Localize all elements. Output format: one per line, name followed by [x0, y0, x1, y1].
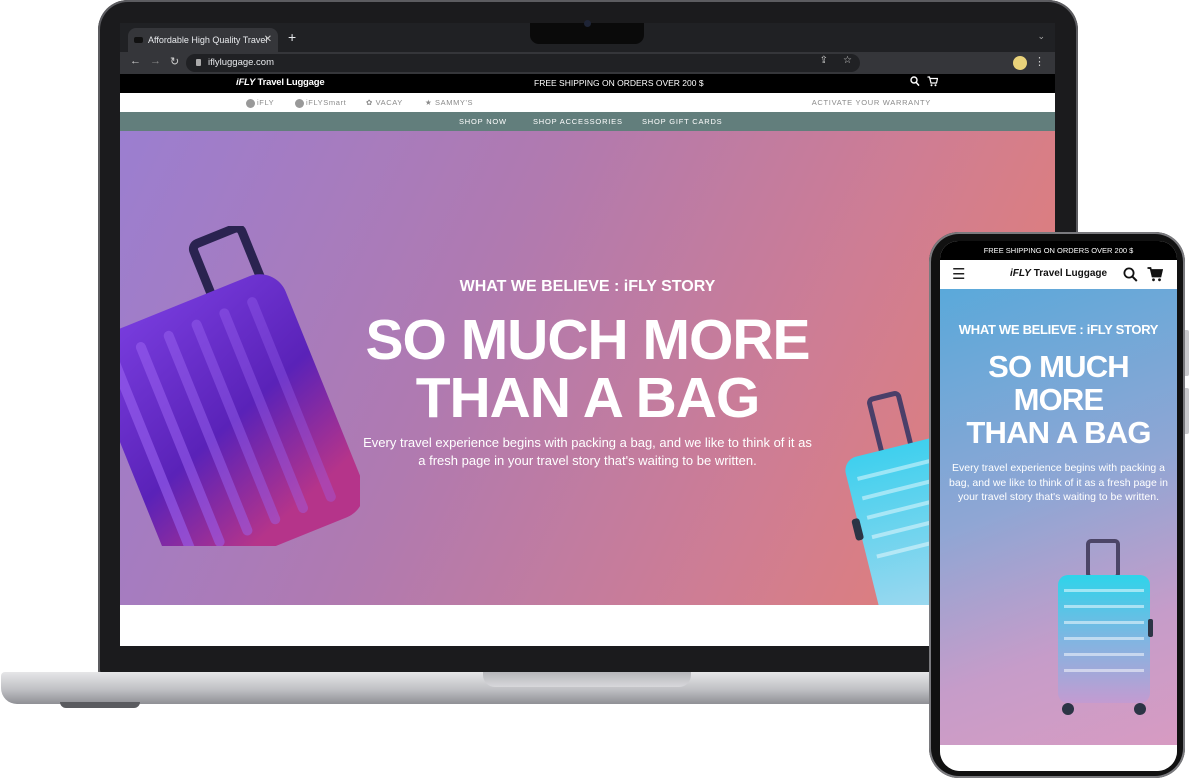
- cart-icon[interactable]: [1147, 267, 1163, 282]
- site-top-bar: iFLY Travel Luggage FREE SHIPPING ON ORD…: [120, 74, 1055, 93]
- hero-title-line-2: THAN A BAG: [415, 366, 761, 430]
- mobile-hero-description: Every travel experience begins with pack…: [949, 462, 1168, 503]
- mobile-page-content-below: [940, 745, 1177, 771]
- phone-screen: FREE SHIPPING ON ORDERS OVER 200 $ ☰ iFL…: [940, 241, 1177, 771]
- bookmark-star-icon[interactable]: ☆: [843, 55, 852, 66]
- mobile-hero-title-line-2: MORE: [1013, 382, 1105, 417]
- back-arrow-icon[interactable]: ←: [130, 55, 141, 67]
- phone-volume-button: [1185, 388, 1189, 434]
- brand-link-sammys[interactable]: ★ SAMMY'S: [425, 98, 473, 107]
- mobile-hero-banner: WHAT WE BELIEVE : iFLY STORY SO MUCH MOR…: [940, 289, 1177, 745]
- mobile-hero-title-line-1: SO MUCH: [988, 349, 1130, 384]
- globe-icon: [295, 98, 304, 108]
- hero-title-line-1: SO MUCH MORE: [365, 308, 811, 372]
- mobile-shipping-banner: FREE SHIPPING ON ORDERS OVER 200 $: [940, 241, 1177, 260]
- site-logo[interactable]: iFLY Travel Luggage: [236, 77, 325, 88]
- shipping-banner: FREE SHIPPING ON ORDERS OVER 200 $: [534, 78, 704, 88]
- laptop-opening-groove: [483, 672, 691, 687]
- tab-title: Affordable High Quality Travel: [148, 35, 268, 45]
- hero-kicker: WHAT WE BELIEVE : iFLY STORY: [459, 278, 716, 295]
- mobile-hero-kicker: WHAT WE BELIEVE : iFLY STORY: [958, 322, 1159, 337]
- brand-link-ifly[interactable]: iFLY: [246, 98, 274, 108]
- mobile-hero-title: SO MUCH MORE THAN A BAG: [940, 350, 1177, 449]
- phone-volume-button: [1185, 330, 1189, 376]
- camera-icon: [584, 20, 591, 27]
- laptop-screen: Affordable High Quality Travel ✕ + ⌄ ← →…: [120, 23, 1055, 646]
- reload-icon[interactable]: ↻: [170, 55, 179, 68]
- address-bar[interactable]: iflyluggage.com ⇪ ☆: [186, 54, 860, 72]
- main-menu: SHOP NOW SHOP ACCESSORIES SHOP GIFT CARD…: [120, 112, 1055, 131]
- mobile-suitcase-image: [1058, 539, 1153, 715]
- website: iFLY Travel Luggage FREE SHIPPING ON ORD…: [120, 74, 1055, 646]
- brand-link-iflysmart[interactable]: iFLYSmart: [295, 98, 346, 108]
- favicon-icon: [134, 37, 143, 43]
- lock-icon: [196, 59, 201, 66]
- mobile-header: ☰ iFLY Travel Luggage: [940, 260, 1177, 289]
- mobile-site-logo[interactable]: iFLY Travel Luggage: [1010, 268, 1107, 279]
- hero-description: Every travel experience begins with pack…: [363, 435, 812, 468]
- brand-bar: iFLY iFLYSmart ✿ VACAY ★ SAMMY'S ACTIVAT…: [120, 93, 1055, 112]
- search-icon[interactable]: [910, 76, 920, 87]
- brand-link-vacay[interactable]: ✿ VACAY: [366, 98, 403, 107]
- browser-toolbar: ← → ↻ iflyluggage.com ⇪ ☆ ⋮: [120, 52, 1055, 74]
- tab-search-icon[interactable]: ⌄: [1037, 31, 1045, 42]
- menu-shop-gift-cards[interactable]: SHOP GIFT CARDS: [642, 117, 723, 126]
- profile-avatar-icon[interactable]: [1013, 56, 1027, 70]
- new-tab-button[interactable]: +: [288, 29, 296, 45]
- globe-icon: [246, 98, 255, 108]
- url-text[interactable]: iflyluggage.com: [208, 54, 274, 72]
- star-icon: ★: [425, 98, 433, 107]
- laptop-foot: [60, 702, 140, 708]
- close-tab-icon[interactable]: ✕: [264, 28, 272, 52]
- share-icon[interactable]: ⇪: [820, 55, 828, 66]
- page-content-below: [120, 605, 1055, 646]
- menu-shop-now[interactable]: SHOP NOW: [459, 117, 507, 126]
- menu-shop-accessories[interactable]: SHOP ACCESSORIES: [533, 117, 623, 126]
- cart-icon[interactable]: [927, 76, 938, 87]
- hero-banner: WHAT WE BELIEVE : iFLY STORY SO MUCH MOR…: [120, 131, 1055, 605]
- hamburger-menu-icon[interactable]: ☰: [952, 267, 965, 282]
- kebab-menu-icon[interactable]: ⋮: [1034, 55, 1045, 68]
- browser-tab[interactable]: Affordable High Quality Travel ✕: [128, 28, 278, 52]
- mobile-hero-title-line-3: THAN A BAG: [966, 415, 1151, 450]
- search-icon[interactable]: [1123, 267, 1138, 282]
- palm-icon: ✿: [366, 98, 373, 107]
- forward-arrow-icon[interactable]: →: [150, 55, 161, 67]
- activate-warranty-link[interactable]: ACTIVATE YOUR WARRANTY: [812, 98, 931, 107]
- hero-title: SO MUCH MORE THAN A BAG: [120, 311, 1055, 427]
